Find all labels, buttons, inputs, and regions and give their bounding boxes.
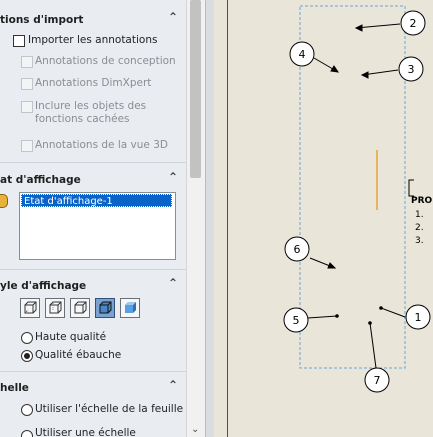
leader-7 — [369, 322, 377, 369]
leader-7-dot — [368, 321, 372, 325]
balloon-5-number: 5 — [293, 314, 300, 327]
drawing-overlay: 2 4 3 6 5 1 7 PRO 1. 2. 3. — [283, 5, 433, 393]
leader-5-dot — [335, 314, 339, 318]
balloon-2-number: 2 — [410, 17, 417, 30]
leader-4-arrow — [330, 65, 340, 73]
leader-6-arrow — [327, 262, 337, 269]
note-item-3: 3. — [415, 236, 424, 246]
leader-2-arrow — [354, 24, 363, 32]
balloon-1-number: 1 — [415, 311, 422, 324]
leader-1-dot — [379, 306, 383, 310]
note-item-2: 2. — [415, 223, 424, 233]
leader-1 — [380, 307, 406, 318]
balloon-4-number: 4 — [299, 48, 306, 61]
leader-3-arrow — [360, 71, 369, 79]
note-bracket — [408, 179, 414, 197]
balloon-7-number: 7 — [374, 374, 381, 387]
drawing-view-boundary[interactable] — [299, 5, 406, 369]
note-title: PRO — [411, 196, 433, 206]
note-item-1: 1. — [415, 210, 424, 220]
balloon-6-number: 6 — [294, 243, 301, 256]
balloon-3-number: 3 — [408, 63, 415, 76]
leader-5 — [307, 315, 338, 319]
leader-2 — [355, 23, 401, 29]
